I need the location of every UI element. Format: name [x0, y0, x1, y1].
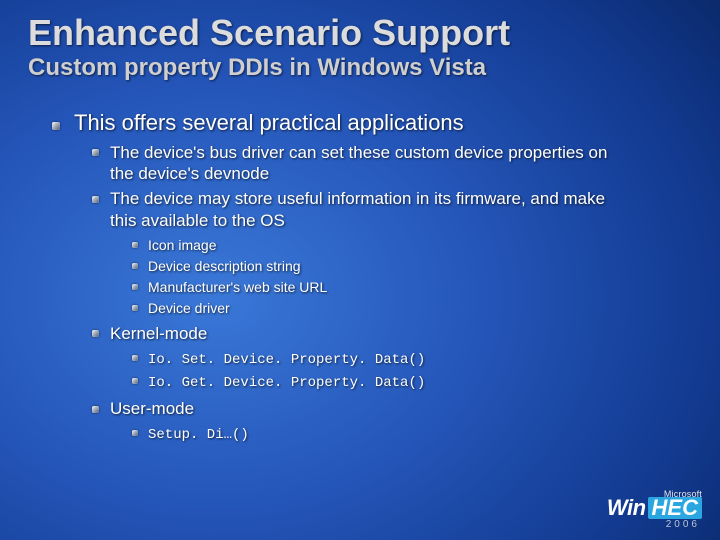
- list-item: Io. Set. Device. Property. Data(): [132, 348, 612, 371]
- slide-subtitle: Custom property DDIs in Windows Vista: [28, 54, 692, 82]
- sub-sub-list: Icon image Device description string Man…: [110, 235, 612, 319]
- bullet-icon: [132, 305, 138, 311]
- list-item: User-mode Setup. Di…(): [92, 398, 612, 446]
- bullet-icon: [52, 122, 60, 130]
- item-text: Device description string: [148, 258, 301, 274]
- list-item: This offers several practical applicatio…: [52, 110, 692, 447]
- bullet-icon: [132, 378, 138, 384]
- bullet-icon: [92, 330, 99, 337]
- logo-brand: WinHEC: [607, 497, 702, 519]
- slide-title: Enhanced Scenario Support: [28, 14, 692, 52]
- bullet-icon: [92, 149, 99, 156]
- bullet-icon: [132, 355, 138, 361]
- bullet-icon: [92, 406, 99, 413]
- bullet-icon: [132, 242, 138, 248]
- item-text: User-mode: [110, 399, 194, 418]
- list-item: The device may store useful information …: [92, 188, 612, 319]
- winhec-logo: Microsoft WinHEC 2006: [607, 490, 702, 530]
- list-item: Device description string: [132, 256, 612, 277]
- sub-sub-list: Setup. Di…(): [110, 423, 612, 446]
- item-text: Icon image: [148, 237, 216, 253]
- list-item: Device driver: [132, 298, 612, 319]
- bullet-icon: [92, 196, 99, 203]
- content-list: This offers several practical applicatio…: [28, 110, 692, 447]
- bullet-icon: [132, 263, 138, 269]
- item-text: Manufacturer's web site URL: [148, 279, 327, 295]
- item-text: Kernel-mode: [110, 324, 207, 343]
- item-text: The device may store useful information …: [110, 189, 605, 229]
- code-text: Io. Set. Device. Property. Data(): [148, 352, 425, 368]
- list-item: The device's bus driver can set these cu…: [92, 142, 612, 185]
- list-item: Kernel-mode Io. Set. Device. Property. D…: [92, 323, 612, 394]
- item-text: The device's bus driver can set these cu…: [110, 143, 607, 183]
- item-text: This offers several practical applicatio…: [74, 110, 464, 135]
- item-text: Device driver: [148, 300, 230, 316]
- logo-brand-part1: Win: [607, 497, 646, 519]
- slide: Enhanced Scenario Support Custom propert…: [0, 0, 720, 446]
- list-item: Io. Get. Device. Property. Data(): [132, 371, 612, 394]
- list-item: Manufacturer's web site URL: [132, 277, 612, 298]
- sub-sub-list: Io. Set. Device. Property. Data() Io. Ge…: [110, 348, 612, 394]
- list-item: Setup. Di…(): [132, 423, 612, 446]
- code-text: Setup. Di…(): [148, 427, 249, 443]
- code-text: Io. Get. Device. Property. Data(): [148, 375, 425, 391]
- bullet-icon: [132, 284, 138, 290]
- bullet-icon: [132, 430, 138, 436]
- logo-year: 2006: [607, 520, 702, 530]
- sub-list: The device's bus driver can set these cu…: [74, 142, 692, 447]
- list-item: Icon image: [132, 235, 612, 256]
- logo-brand-part2: HEC: [648, 497, 702, 519]
